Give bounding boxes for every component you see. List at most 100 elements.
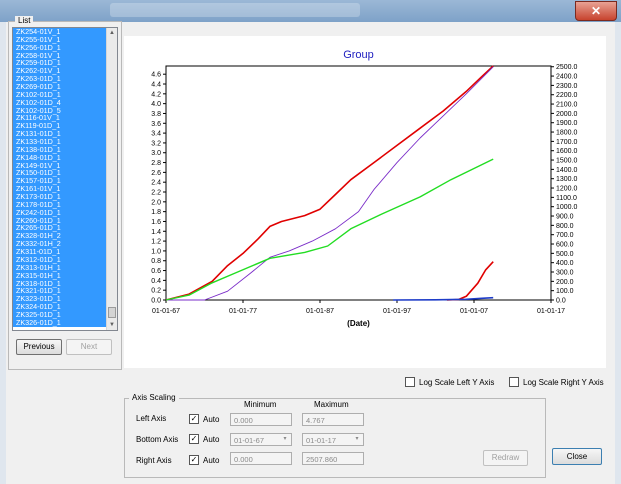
redraw-button[interactable]: Redraw bbox=[483, 450, 528, 466]
chart-title: Group bbox=[343, 49, 374, 61]
right-y-tick-label: 600.0 bbox=[556, 242, 574, 249]
x-tick-label: 01-01-97 bbox=[383, 308, 411, 315]
window-frame-left bbox=[0, 22, 6, 484]
x-tick-label: 01-01-17 bbox=[537, 308, 565, 315]
maximum-header: Maximum bbox=[314, 400, 349, 409]
right-y-tick-label: 0.0 bbox=[556, 298, 566, 305]
checkbox-box[interactable] bbox=[405, 377, 415, 387]
left-y-tick-label: 0.6 bbox=[151, 268, 161, 275]
window-close-button[interactable]: ✕ bbox=[575, 1, 617, 21]
right-axis-label: Right Axis bbox=[136, 456, 172, 465]
left-y-tick-label: 0.4 bbox=[151, 278, 161, 285]
left-y-tick-label: 2.4 bbox=[151, 180, 161, 187]
right-y-tick-label: 800.0 bbox=[556, 223, 574, 230]
right-axis-min-field[interactable]: 0.000 bbox=[230, 452, 292, 465]
left-y-tick-label: 0.0 bbox=[151, 298, 161, 305]
right-y-tick-label: 2100.0 bbox=[556, 102, 578, 109]
left-axis-label: Left Axis bbox=[136, 414, 167, 423]
bottom-axis-max-select[interactable]: 01-01-17 ▾ bbox=[302, 433, 364, 446]
auto-label: Auto bbox=[203, 456, 220, 466]
window-frame-right bbox=[615, 22, 621, 484]
left-y-tick-label: 1.6 bbox=[151, 219, 161, 226]
right-y-tick-label: 2200.0 bbox=[556, 92, 578, 99]
x-tick-label: 01-01-77 bbox=[229, 308, 257, 315]
x-axis-label: (Date) bbox=[347, 319, 370, 328]
window-title-blurred bbox=[110, 3, 360, 17]
left-y-tick-label: 2.8 bbox=[151, 160, 161, 167]
left-y-tick-label: 4.6 bbox=[151, 72, 161, 79]
check-icon[interactable]: ✓ bbox=[189, 455, 199, 465]
list-items: ZK254-01V_1 ZK255-01V_1 ZK256-01D_1 ZK258-0… bbox=[13, 28, 117, 327]
x-tick-label: 01-01-67 bbox=[152, 308, 180, 315]
right-y-tick-label: 1200.0 bbox=[556, 186, 578, 193]
chevron-down-icon[interactable]: ▾ bbox=[352, 435, 362, 444]
left-y-tick-label: 2.6 bbox=[151, 170, 161, 177]
bottom-axis-label: Bottom Axis bbox=[136, 435, 179, 444]
right-y-tick-label: 1400.0 bbox=[556, 167, 578, 174]
bottom-axis-min-value: 01-01-67 bbox=[234, 436, 265, 445]
left-y-tick-label: 1.0 bbox=[151, 248, 161, 255]
list-scrollbar[interactable]: ▲ ▼ bbox=[106, 28, 117, 330]
right-y-tick-label: 1600.0 bbox=[556, 148, 578, 155]
left-y-tick-label: 4.0 bbox=[151, 101, 161, 108]
checkbox-box[interactable] bbox=[509, 377, 519, 387]
right-y-tick-label: 2500.0 bbox=[556, 64, 578, 71]
close-button[interactable]: Close bbox=[552, 448, 602, 465]
bottom-axis-min-select[interactable]: 01-01-67 ▾ bbox=[230, 433, 292, 446]
left-y-tick-label: 3.0 bbox=[151, 150, 161, 157]
left-y-tick-label: 0.8 bbox=[151, 258, 161, 265]
left-axis-auto-checkbox[interactable]: ✓ Auto bbox=[189, 414, 220, 425]
left-axis-min-field[interactable]: 0.000 bbox=[230, 413, 292, 426]
log-left-label: Log Scale Left Y Axis bbox=[419, 378, 495, 388]
right-y-tick-label: 1500.0 bbox=[556, 158, 578, 165]
right-y-tick-label: 700.0 bbox=[556, 232, 574, 239]
left-y-tick-label: 3.4 bbox=[151, 131, 161, 138]
left-y-tick-label: 3.2 bbox=[151, 140, 161, 147]
right-axis-auto-checkbox[interactable]: ✓ Auto bbox=[189, 455, 220, 466]
left-y-tick-label: 3.6 bbox=[151, 121, 161, 128]
scroll-up-icon[interactable]: ▲ bbox=[107, 28, 117, 38]
right-y-tick-label: 1100.0 bbox=[556, 195, 577, 202]
right-y-tick-label: 1300.0 bbox=[556, 176, 578, 183]
right-axis-max-field[interactable]: 2507.860 bbox=[302, 452, 364, 465]
log-scale-right-checkbox[interactable]: Log Scale Right Y Axis bbox=[509, 377, 604, 388]
check-icon[interactable]: ✓ bbox=[189, 414, 199, 424]
group-chart: Group 0.0 0.2 0.4 0.6 0.8 1.0 1.2 1.4 1.6 1.8 2.0 2.… bbox=[151, 49, 578, 328]
left-y-tick-label: 2.2 bbox=[151, 190, 161, 197]
left-axis-max-field[interactable]: 4.767 bbox=[302, 413, 364, 426]
right-y-tick-label: 1000.0 bbox=[556, 204, 578, 211]
minimum-header: Minimum bbox=[244, 400, 277, 409]
right-y-tick-label: 2400.0 bbox=[556, 74, 578, 81]
log-scale-left-checkbox[interactable]: Log Scale Left Y Axis bbox=[405, 377, 495, 388]
bottom-axis-max-value: 01-01-17 bbox=[306, 436, 337, 445]
right-y-tick-label: 900.0 bbox=[556, 214, 574, 221]
auto-label: Auto bbox=[203, 435, 220, 445]
right-y-tick-label: 100.0 bbox=[556, 288, 574, 295]
well-listbox[interactable]: ZK254-01V_1 ZK255-01V_1 ZK256-01D_1 ZK258-0… bbox=[12, 27, 118, 331]
right-y-tick-label: 300.0 bbox=[556, 270, 574, 277]
right-y-tick-label: 400.0 bbox=[556, 260, 574, 267]
list-group-label: List bbox=[15, 16, 34, 25]
list-item[interactable]: ZK326-01D_1 bbox=[13, 318, 108, 327]
chevron-down-icon[interactable]: ▾ bbox=[280, 435, 290, 444]
left-y-tick-label: 1.8 bbox=[151, 209, 161, 216]
scroll-thumb[interactable] bbox=[108, 307, 116, 318]
series-line-3 bbox=[446, 261, 494, 301]
bottom-axis-auto-checkbox[interactable]: ✓ Auto bbox=[189, 434, 220, 445]
left-y-tick-label: 4.2 bbox=[151, 91, 161, 98]
left-y-tick-label: 4.4 bbox=[151, 82, 161, 89]
right-y-tick-label: 1900.0 bbox=[556, 120, 578, 127]
check-icon[interactable]: ✓ bbox=[189, 434, 199, 444]
plot-frame bbox=[165, 65, 552, 301]
title-bar bbox=[0, 0, 621, 22]
auto-label: Auto bbox=[203, 415, 220, 425]
next-button[interactable]: Next bbox=[66, 339, 112, 355]
chart-panel: Group 0.0 0.2 0.4 0.6 0.8 1.0 1.2 1.4 1.6 1.8 2.0 2.… bbox=[124, 36, 606, 368]
scroll-down-icon[interactable]: ▼ bbox=[107, 320, 117, 330]
right-y-tick-label: 500.0 bbox=[556, 251, 574, 258]
previous-button[interactable]: Previous bbox=[16, 339, 62, 355]
left-y-tick-label: 3.8 bbox=[151, 111, 161, 118]
left-y-tick-label: 1.2 bbox=[151, 239, 161, 246]
axis-scaling-label: Axis Scaling bbox=[129, 393, 179, 402]
right-y-tick-label: 200.0 bbox=[556, 279, 574, 286]
